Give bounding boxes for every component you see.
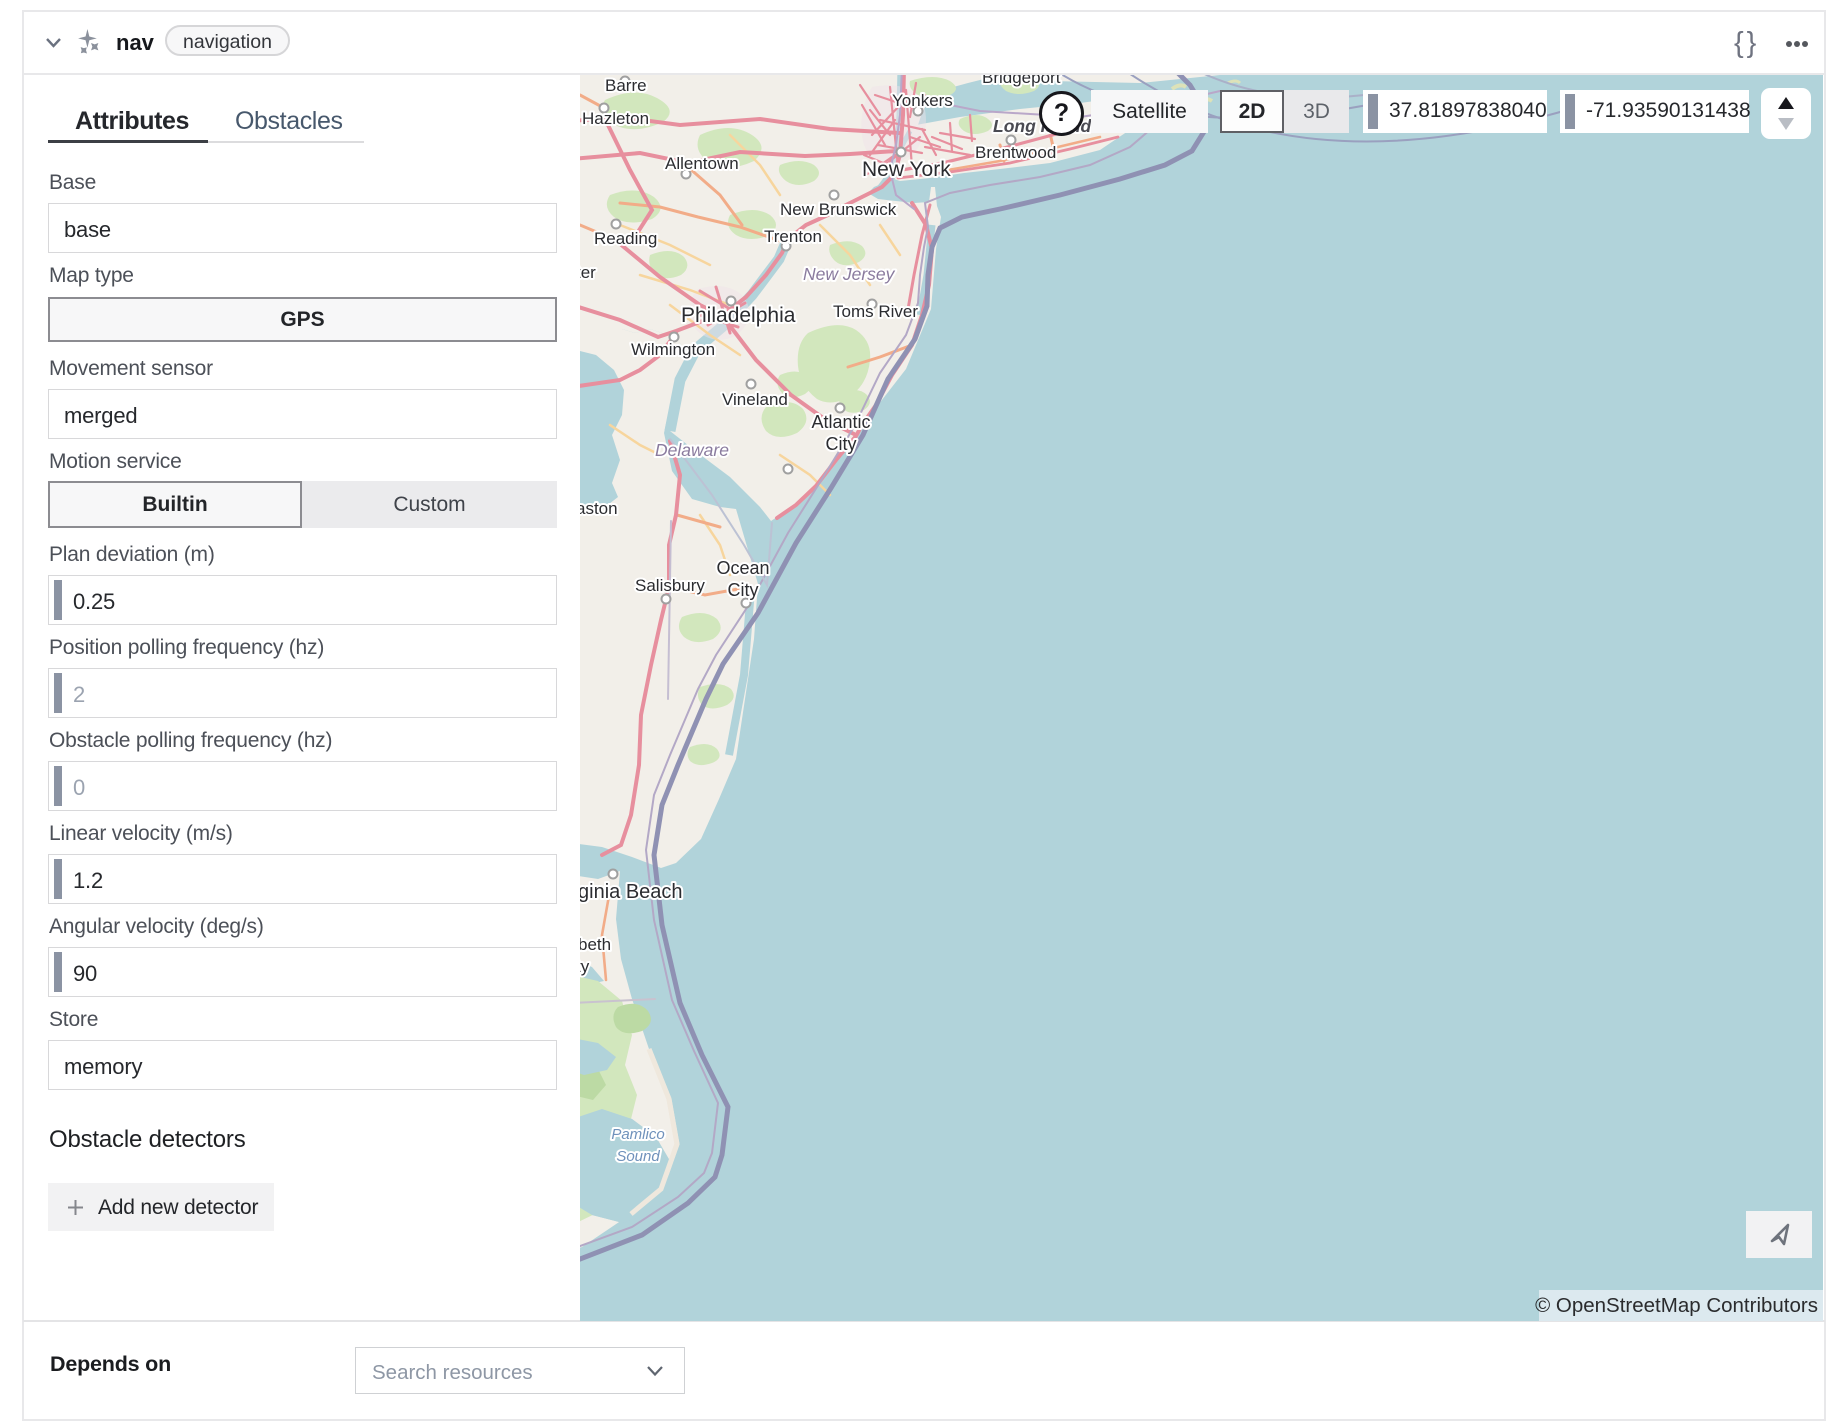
svg-text:Reading: Reading — [594, 229, 657, 248]
svg-text:Vineland: Vineland — [722, 390, 788, 409]
svg-text:New Brunswick: New Brunswick — [780, 200, 897, 219]
svg-text:Atlantic: Atlantic — [811, 412, 870, 432]
svg-text:aston: aston — [580, 499, 618, 518]
svg-text:Toms River: Toms River — [833, 302, 918, 321]
svg-text:Hazleton: Hazleton — [582, 109, 649, 128]
svg-text:ty: ty — [580, 957, 590, 976]
svg-text:beth: beth — [580, 935, 611, 954]
svg-text:City: City — [728, 580, 759, 600]
svg-text:New York: New York — [862, 158, 951, 181]
svg-text:Salisbury: Salisbury — [635, 576, 705, 595]
svg-text:Trenton: Trenton — [764, 227, 822, 246]
svg-text:Ocean: Ocean — [716, 558, 769, 578]
svg-text:New Jersey: New Jersey — [803, 264, 896, 284]
svg-text:City: City — [826, 434, 857, 454]
svg-text:Bridgeport: Bridgeport — [982, 75, 1061, 87]
svg-text:Brentwood: Brentwood — [975, 143, 1056, 162]
svg-text:ginia Beach: ginia Beach — [580, 881, 683, 903]
svg-text:Barre: Barre — [605, 76, 647, 95]
svg-text:Delaware: Delaware — [655, 440, 729, 460]
svg-text:Wilmington: Wilmington — [631, 340, 715, 359]
svg-text:Sound: Sound — [616, 1148, 660, 1165]
svg-text:Allentown: Allentown — [665, 154, 739, 173]
svg-text:Philadelphia: Philadelphia — [681, 304, 796, 327]
svg-text:Pamlico: Pamlico — [611, 1126, 664, 1143]
svg-text:Yonkers: Yonkers — [892, 91, 953, 110]
svg-text:ter: ter — [580, 263, 596, 282]
